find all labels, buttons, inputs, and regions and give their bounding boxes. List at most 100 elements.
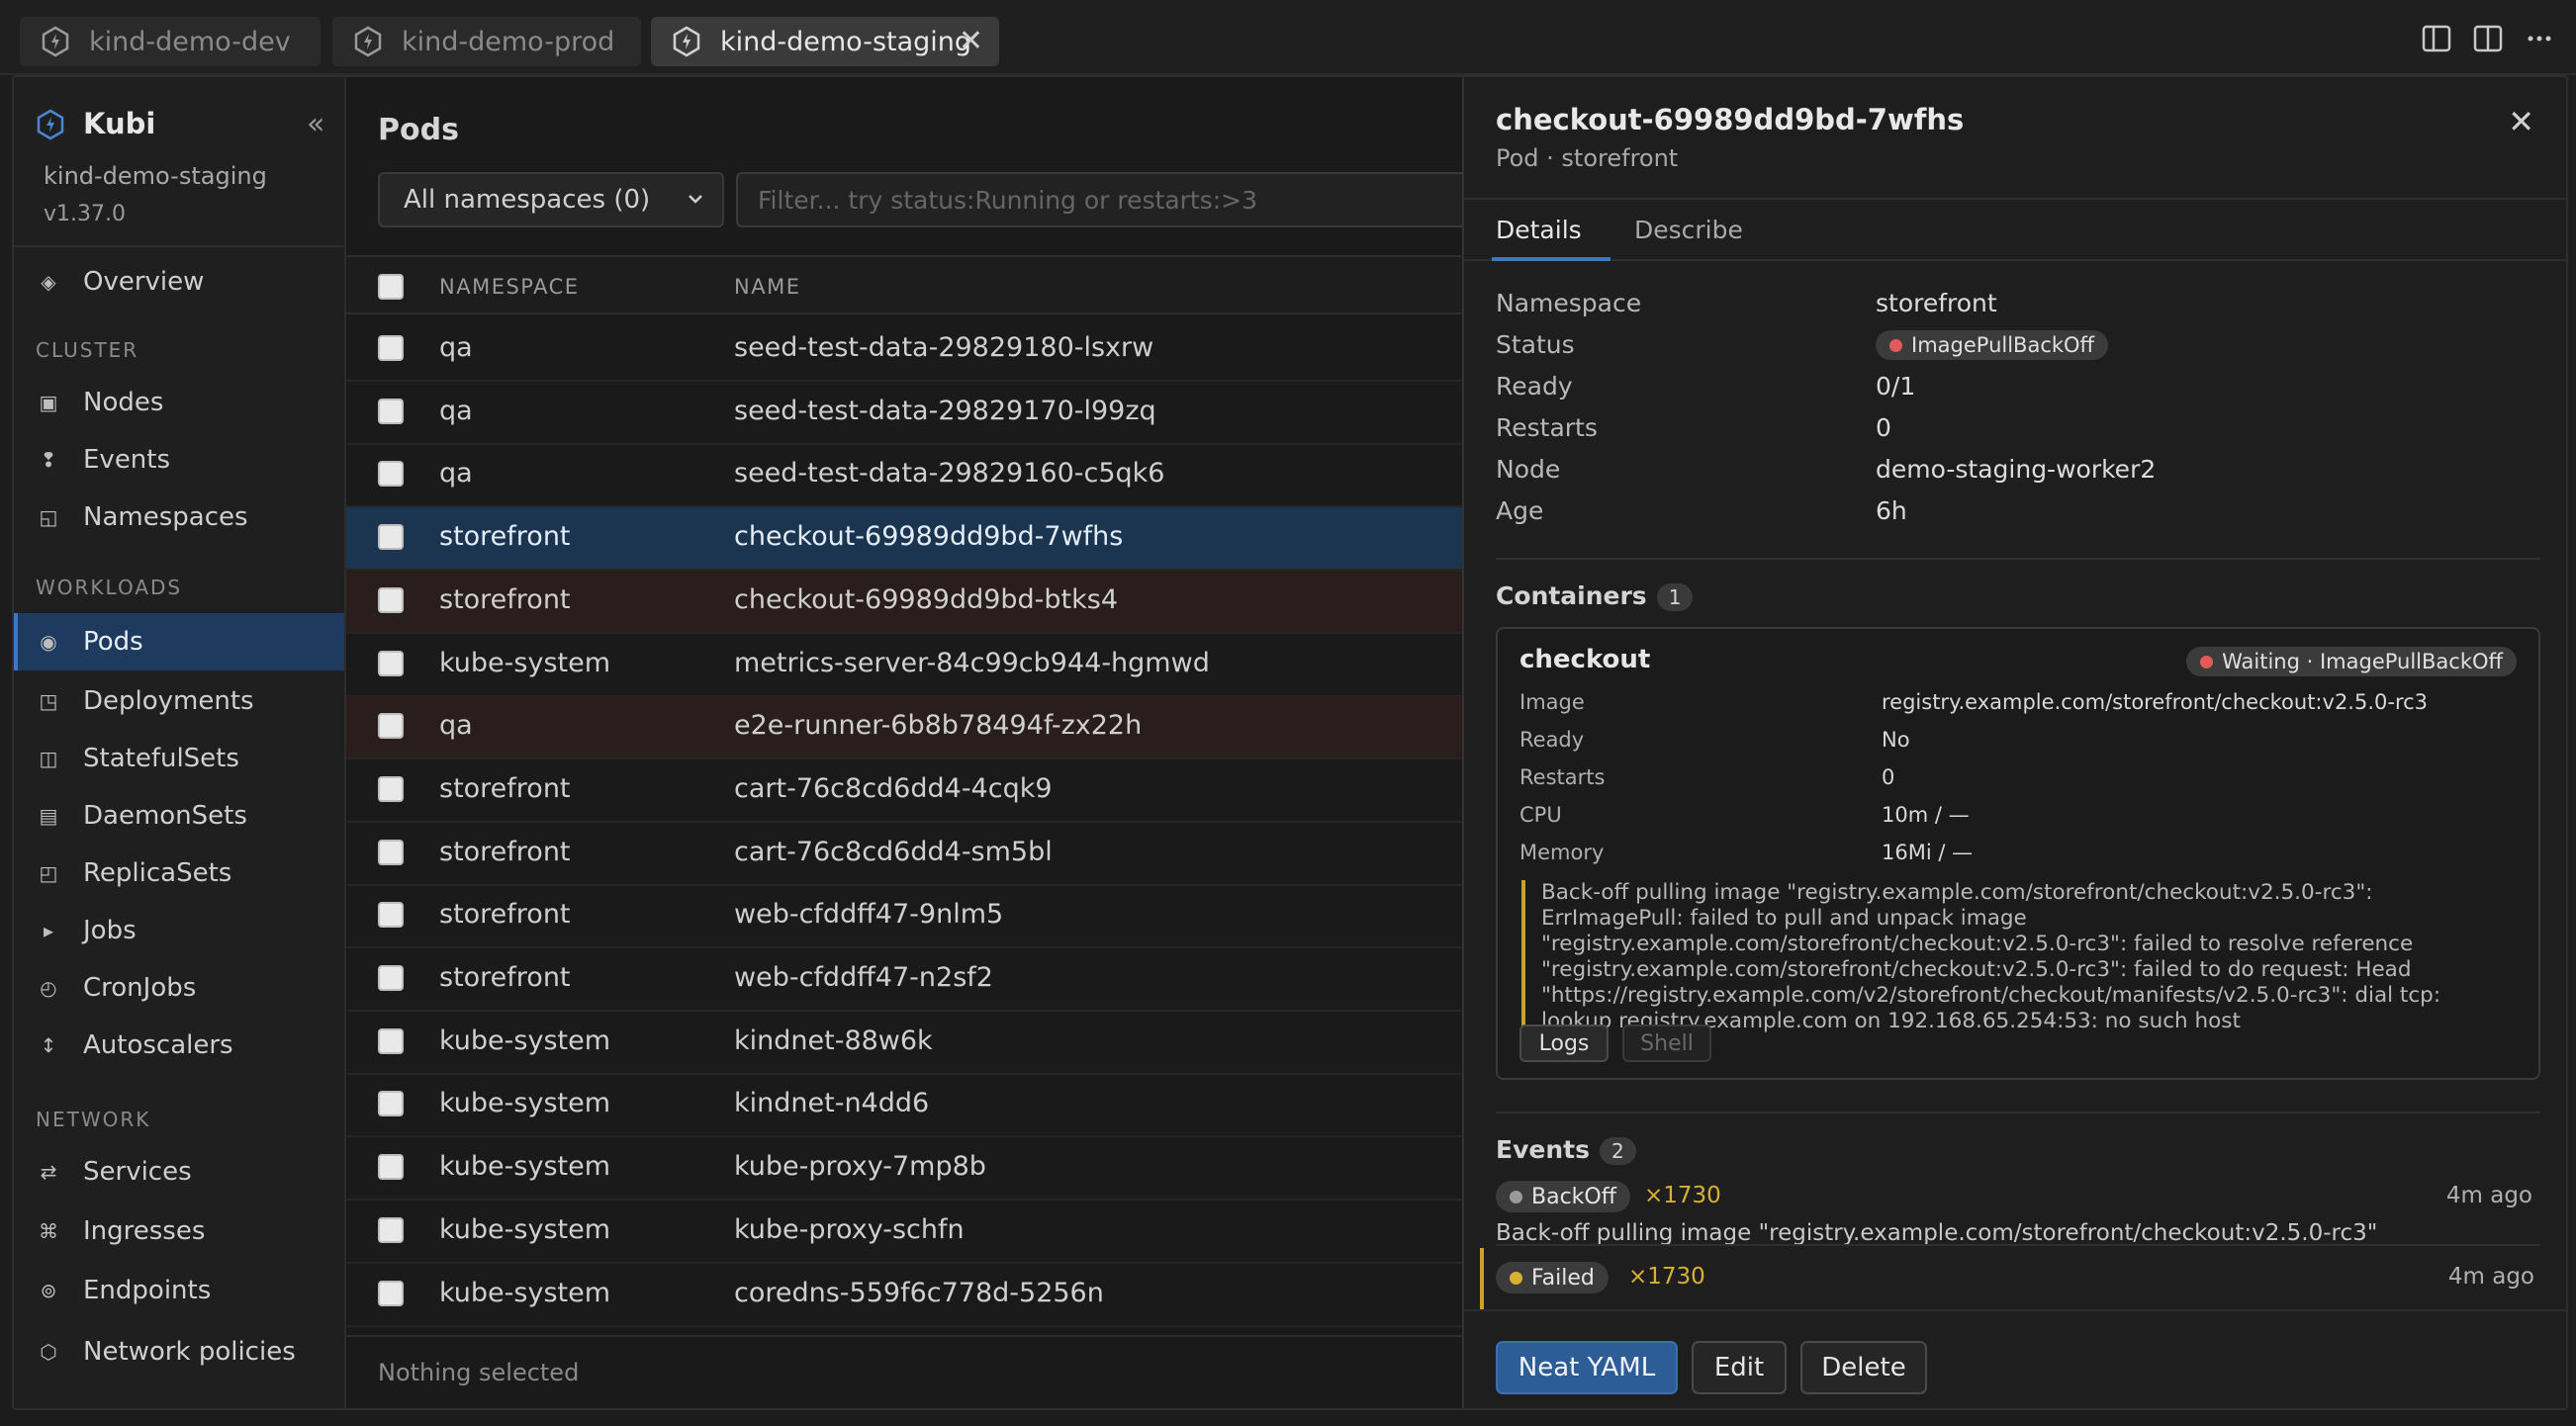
sidebar-item-autoscalers[interactable]: ↕ Autoscalers [14,1019,344,1072]
table-row[interactable]: kube-system kindnet-88w6k [346,1012,1486,1075]
pod-detail-panel: checkout-69989dd9bd-7wfhs Pod · storefro… [1462,77,2566,1408]
sidebar-item-daemonsets[interactable]: ▤ DaemonSets [14,789,344,843]
toggle-panel-icon[interactable] [2471,22,2505,55]
cell-name: seed-test-data-29829170-l99zq [734,395,1156,426]
sidebar-item-statefulsets[interactable]: ◫ StatefulSets [14,732,344,785]
sidebar-item-endpoints[interactable]: ⊚ Endpoints [14,1264,344,1317]
filter-input[interactable] [736,172,1488,227]
row-checkbox[interactable] [378,1280,404,1306]
section-title: Events [1496,1135,1590,1164]
cluster-version: v1.37.0 [44,202,126,226]
error-dot-icon [2200,656,2214,668]
row-checkbox[interactable] [378,586,404,613]
split-editor-icon[interactable] [2420,22,2453,55]
detail-tabs: Details Describe [1464,198,2566,261]
table-row[interactable]: kube-system kube-proxy-schfn [346,1201,1486,1264]
section-cluster: CLUSTER [36,338,139,362]
column-namespace[interactable]: NAMESPACE [439,275,580,299]
row-checkbox[interactable] [378,713,404,740]
sidebar-item-pods[interactable]: ◉ Pods [14,613,344,670]
tab-details[interactable]: Details [1496,216,1582,244]
cell-name: seed-test-data-29829160-c5qk6 [734,458,1165,490]
sidebar-item-label: Events [83,445,171,475]
container-ready: No [1882,728,1910,752]
tab-kind-demo-dev[interactable]: kind-demo-dev [20,17,321,66]
row-checkbox[interactable] [378,775,404,802]
table-row[interactable]: qa seed-test-data-29829160-c5qk6 [346,444,1486,508]
table-row[interactable]: qa seed-test-data-29829180-lsxrw [346,318,1486,382]
table-row[interactable]: storefront cart-76c8cd6dd4-4cqk9 [346,759,1486,823]
clock-icon: ◴ [40,976,57,1000]
sidebar-item-jobs[interactable]: ▸ Jobs [14,904,344,957]
pods-view: Pods All namespaces (0) NAMESPACE NAME S… [346,77,1488,1408]
shell-button[interactable]: Shell [1622,1025,1711,1062]
sidebar-item-services[interactable]: ⇄ Services [14,1145,344,1199]
sidebar-item-nodes[interactable]: ▣ Nodes [14,376,344,429]
row-checkbox[interactable] [378,524,404,551]
row-checkbox[interactable] [378,1027,404,1054]
row-checkbox[interactable] [378,1091,404,1117]
row-checkbox[interactable] [378,398,404,424]
table-row[interactable]: qa e2e-runner-6b8b78494f-zx22h [346,696,1486,760]
sidebar-item-network-policies[interactable]: ⬡ Network policies [14,1325,344,1379]
cell-name: e2e-runner-6b8b78494f-zx22h [734,710,1143,742]
field-node[interactable]: demo-staging-worker2 [1876,455,2156,484]
sidebar-item-events[interactable]: ❢ Events [14,433,344,487]
row-checkbox[interactable] [378,1154,404,1181]
row-checkbox[interactable] [378,839,404,865]
panel-footer: Neat YAML Edit Delete [1464,1309,2566,1408]
edit-button[interactable]: Edit [1692,1341,1787,1394]
table-row[interactable]: kube-system metrics-server-84c99cb944-hgm… [346,634,1486,697]
sidebar-item-deployments[interactable]: ◳ Deployments [14,674,344,728]
cell-namespace: kube-system [439,1088,611,1119]
deployment-icon: ◳ [39,689,58,713]
tab-describe[interactable]: Describe [1634,216,1743,244]
close-icon[interactable]: ✕ [2508,103,2534,140]
delete-button[interactable]: Delete [1800,1341,1927,1394]
table-row[interactable]: storefront cart-76c8cd6dd4-sm5bl [346,823,1486,886]
table-row[interactable]: kube-system coredns-559f6c778d-5256n [346,1264,1486,1327]
namespace-select[interactable]: All namespaces (0) [378,172,724,227]
field-age: 6h [1876,496,1907,525]
event-reason: BackOff [1531,1184,1616,1209]
sidebar-item-namespaces[interactable]: ◱ Namespaces [14,490,344,544]
row-checkbox[interactable] [378,902,404,929]
row-checkbox[interactable] [378,650,404,676]
table-row[interactable]: storefront web-cfddff47-9nlm5 [346,885,1486,949]
container-restarts: 0 [1882,765,1895,789]
sidebar-item-label: Endpoints [83,1276,212,1305]
logs-button[interactable]: Logs [1519,1025,1609,1062]
kubi-logo-icon [42,26,69,57]
status-badge: ImagePullBackOff [1876,330,2109,360]
sidebar-item-overview[interactable]: ◈ Overview [14,255,344,309]
row-checkbox[interactable] [378,335,404,361]
row-checkbox[interactable] [378,965,404,991]
sidebar-item-replicasets[interactable]: ◰ ReplicaSets [14,847,344,900]
neat-yaml-button[interactable]: Neat YAML [1496,1341,1678,1394]
divider [1496,1244,2540,1246]
table-row[interactable]: storefront web-cfddff47-n2sf2 [346,948,1486,1012]
cell-namespace: qa [439,395,473,426]
sidebar-item-label: CronJobs [83,973,197,1003]
sidebar-item-ingresses[interactable]: ⌘ Ingresses [14,1204,344,1258]
row-checkbox[interactable] [378,1216,404,1243]
table-row[interactable]: kube-system kube-proxy-7mp8b [346,1137,1486,1202]
table-row[interactable]: storefront checkout-69989dd9bd-7wfhs [346,507,1486,572]
collapse-sidebar-icon[interactable]: « [307,107,324,141]
event-count: ×1730 [1644,1183,1721,1208]
column-name[interactable]: NAME [734,275,800,299]
sidebar-item-cronjobs[interactable]: ◴ CronJobs [14,961,344,1015]
tab-kind-demo-prod[interactable]: kind-demo-prod [332,17,641,66]
tab-kind-demo-staging[interactable]: kind-demo-staging ✕ [651,17,999,66]
table-row[interactable]: qa seed-test-data-29829170-l99zq [346,382,1486,445]
select-all-checkbox[interactable] [378,274,404,300]
field-label: CPU [1519,803,1562,827]
section-network: NETWORK [36,1108,151,1131]
more-icon[interactable] [2523,22,2556,55]
table-row[interactable]: kube-system kindnet-n4dd6 [346,1074,1486,1138]
containers-heading: Containers 1 [1496,581,1694,611]
close-icon[interactable]: ✕ [959,27,983,56]
row-checkbox[interactable] [378,461,404,488]
table-row[interactable]: storefront checkout-69989dd9bd-btks4 [346,570,1486,634]
event-reason-badge: Failed [1496,1262,1609,1293]
